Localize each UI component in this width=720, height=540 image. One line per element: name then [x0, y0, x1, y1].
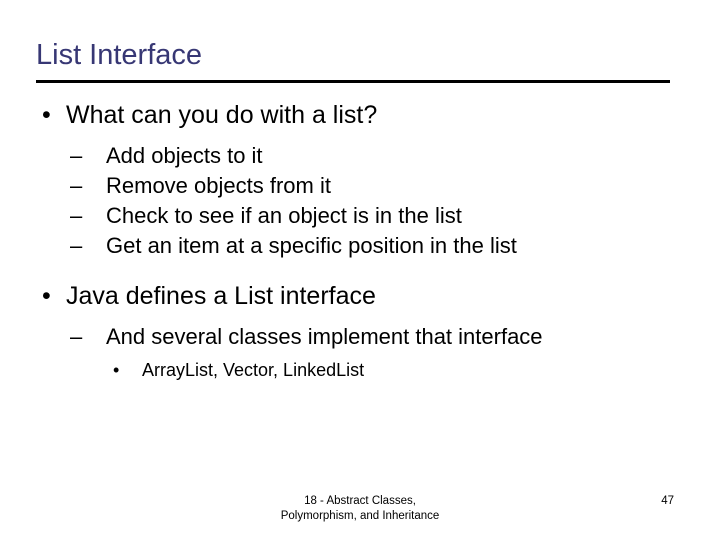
bullet-dash-icon: – — [70, 143, 83, 168]
footer-line-2: Polymorphism, and Inheritance — [280, 510, 440, 522]
bullet-text: Check to see if an object is in the list — [106, 203, 462, 228]
title-block: List Interface — [36, 38, 676, 72]
bullet-text: Remove objects from it — [106, 173, 331, 198]
slide: List Interface • What can you do with a … — [0, 0, 720, 540]
bullet-dash-icon: – — [70, 324, 83, 349]
footer-line-1: 18 - Abstract Classes, — [304, 495, 416, 507]
bullet-dash-icon: – — [70, 203, 83, 228]
bullet-text: Get an item at a specific position in th… — [106, 233, 517, 258]
bullet-level1: • Java defines a List interface — [36, 281, 686, 312]
bullet-level2: – Remove objects from it — [36, 171, 686, 201]
bullet-text: What can you do with a list? — [66, 101, 378, 129]
bullet-level2: – Get an item at a specific position in … — [36, 231, 686, 261]
bullet-text: And several classes implement that inter… — [106, 324, 543, 349]
slide-footer: 18 - Abstract Classes, Polymorphism, and… — [0, 494, 720, 524]
page-number: 47 — [661, 495, 674, 507]
title-underline-rule — [36, 80, 670, 83]
bullet-text: Add objects to it — [106, 143, 263, 168]
bullet-text: ArrayList, Vector, LinkedList — [142, 360, 365, 380]
bullet-level1: • What can you do with a list? — [36, 100, 686, 131]
bullet-dot-icon: • — [42, 101, 51, 129]
bullet-level3: • ArrayList, Vector, LinkedList — [36, 358, 686, 383]
bullet-level2: – Add objects to it — [36, 141, 686, 171]
bullet-level2: – And several classes implement that int… — [36, 322, 686, 352]
bullet-dot-small-icon: • — [113, 360, 120, 380]
bullet-dot-icon: • — [42, 282, 51, 310]
bullet-dash-icon: – — [70, 173, 83, 198]
bullet-dash-icon: – — [70, 233, 83, 258]
page-title: List Interface — [36, 39, 203, 71]
bullet-text: Java defines a List interface — [66, 282, 376, 310]
bullet-level2: – Check to see if an object is in the li… — [36, 201, 686, 231]
slide-body: • What can you do with a list? – Add obj… — [36, 100, 686, 383]
